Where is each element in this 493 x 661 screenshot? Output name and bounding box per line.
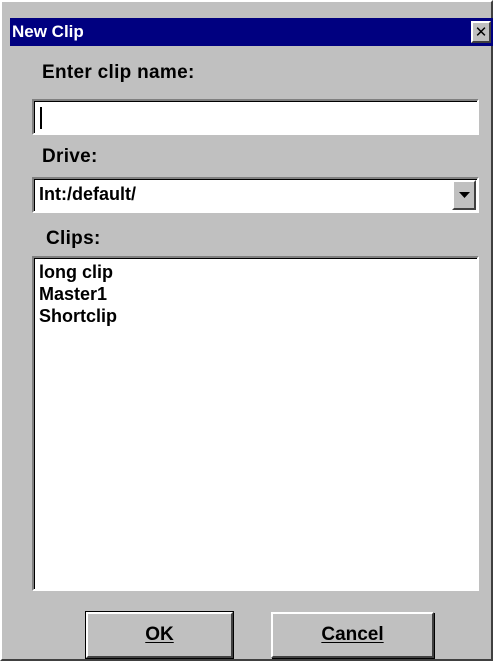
clip-name-label: Enter clip name:: [42, 62, 195, 83]
clips-label: Clips:: [46, 228, 101, 249]
ok-button[interactable]: OK: [85, 611, 234, 659]
ok-button-label: OK: [145, 624, 174, 645]
drive-select[interactable]: Int:/default/: [32, 177, 479, 213]
title-bar[interactable]: New Clip ✕: [10, 18, 493, 46]
text-caret: [40, 107, 42, 129]
window-title: New Clip: [12, 22, 84, 41]
list-item[interactable]: Master1: [34, 283, 477, 305]
drive-label: Drive:: [42, 146, 98, 167]
drive-dropdown-button[interactable]: [452, 180, 476, 210]
chevron-down-icon: [458, 191, 470, 198]
close-icon: ✕: [474, 23, 488, 41]
new-clip-dialog: New Clip ✕ Enter clip name: Drive: Int:/…: [0, 0, 493, 661]
clip-name-input[interactable]: [32, 99, 479, 135]
drive-selected-value: Int:/default/: [39, 184, 136, 204]
list-item[interactable]: Shortclip: [34, 305, 477, 327]
clips-list[interactable]: long clip Master1 Shortclip: [32, 256, 479, 591]
cancel-button-label: Cancel: [321, 624, 384, 645]
close-button[interactable]: ✕: [471, 21, 491, 43]
list-item[interactable]: long clip: [34, 261, 477, 283]
cancel-button[interactable]: Cancel: [271, 612, 434, 658]
